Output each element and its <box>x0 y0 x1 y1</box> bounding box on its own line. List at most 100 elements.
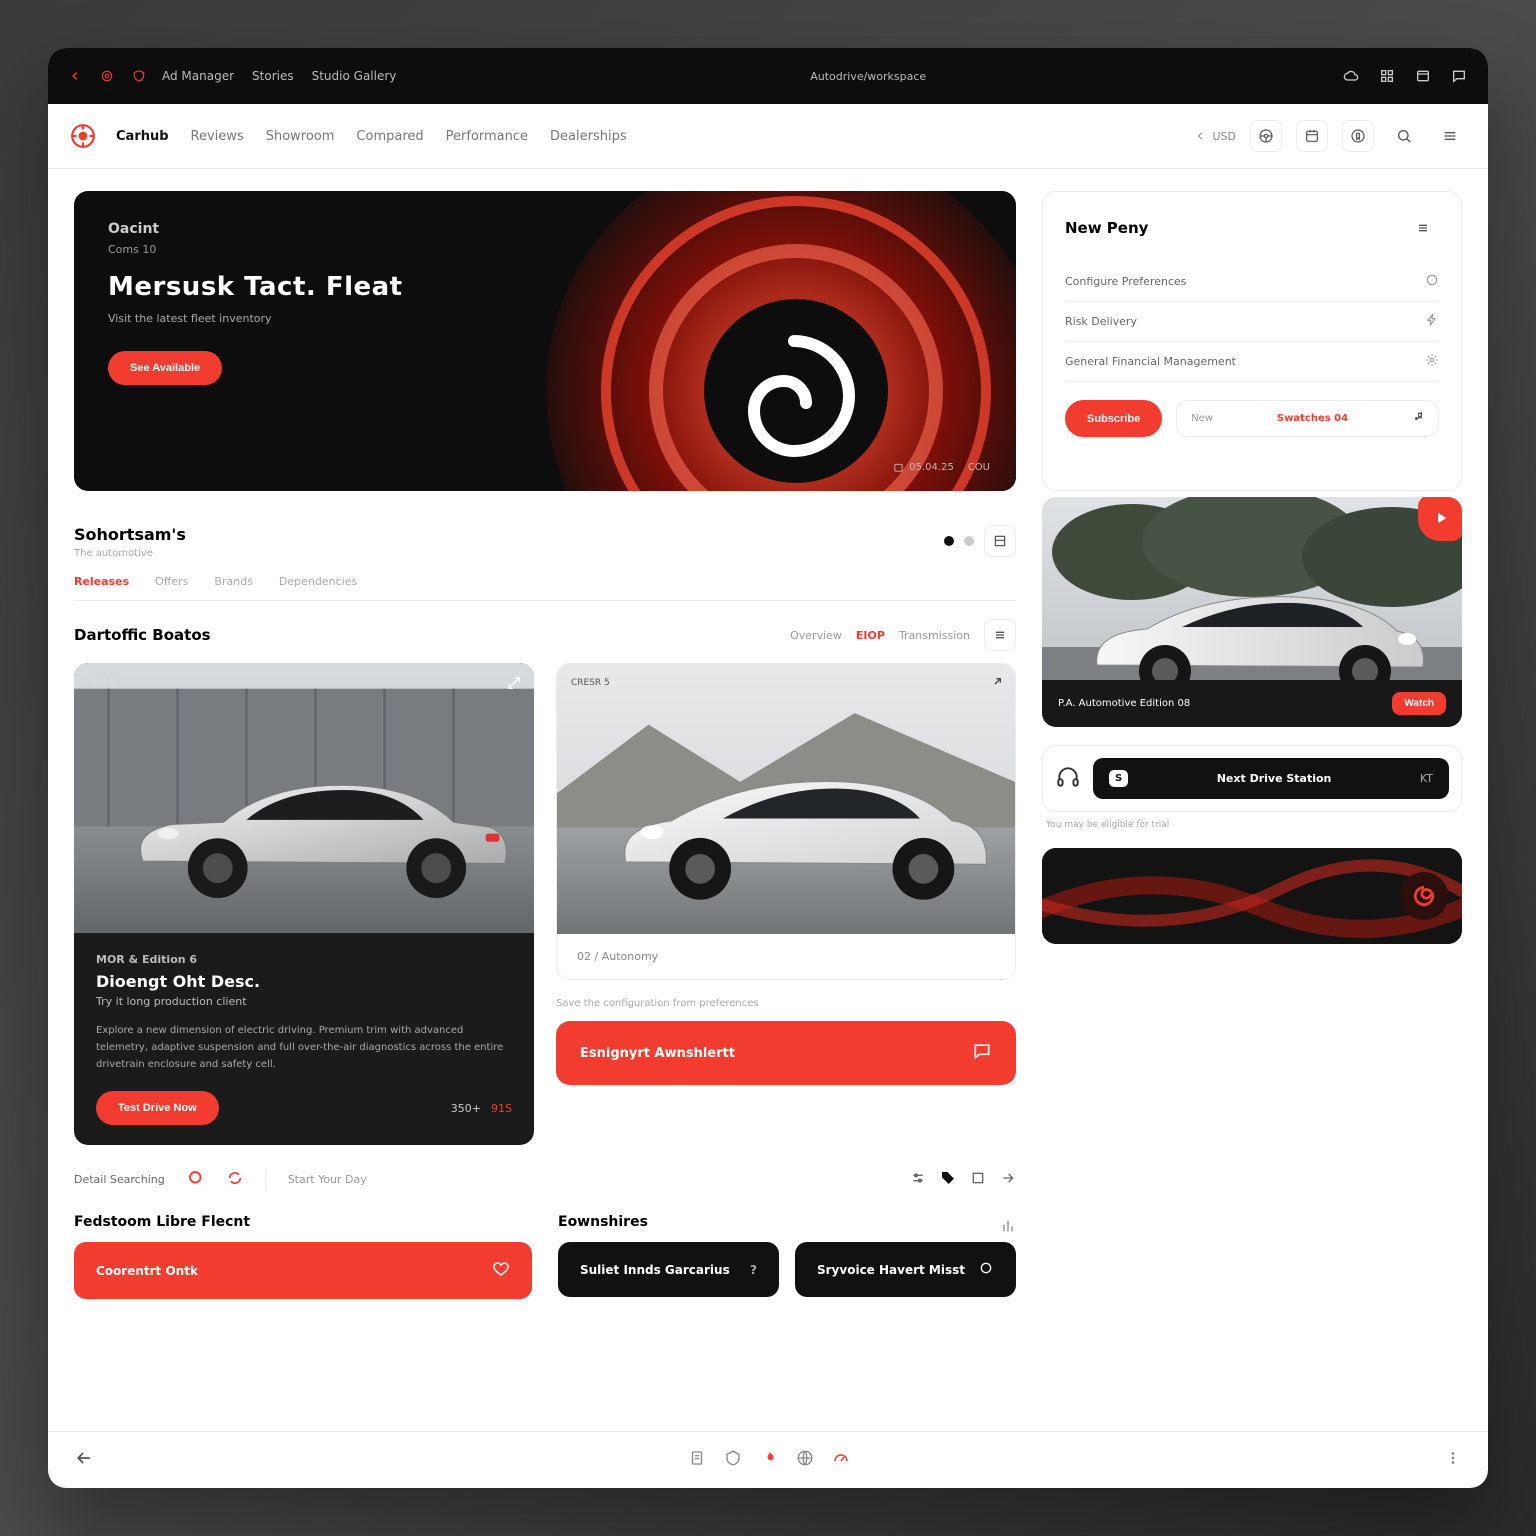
side-panel-title: New Peny <box>1065 219 1148 237</box>
car-illustration <box>557 664 1015 934</box>
side-item[interactable]: Risk Delivery <box>1065 302 1439 342</box>
topbar-tab[interactable]: Studio Gallery <box>312 69 397 83</box>
search-ring-icon[interactable] <box>187 1169 205 1190</box>
section-title: Sohortsam's <box>74 525 186 544</box>
topbar-tabs: Ad Manager Stories Studio Gallery <box>162 69 396 83</box>
topbar-tab[interactable]: Stories <box>252 69 294 83</box>
equalizer-icon[interactable] <box>1000 1218 1016 1238</box>
chat-bubble-icon <box>972 1041 992 1065</box>
topbar-tab[interactable]: Ad Manager <box>162 69 234 83</box>
question-icon: ? <box>750 1263 757 1277</box>
hero-cta-button[interactable]: See Available <box>108 351 222 385</box>
currency-selector[interactable]: USD <box>1194 130 1236 143</box>
shield-icon[interactable] <box>130 67 148 85</box>
chat-icon[interactable] <box>1448 65 1470 87</box>
search-icon[interactable] <box>1388 120 1420 152</box>
section-tools <box>944 525 1016 557</box>
nav-tab[interactable]: Dealerships <box>550 129 627 144</box>
headphones-icon <box>1055 764 1081 794</box>
search-strip: Detail Searching Start Your Day <box>74 1169 1016 1190</box>
side-menu-icon[interactable] <box>1407 212 1439 244</box>
nav-tab-home[interactable]: Carhub <box>116 129 169 144</box>
spiral-badge-icon <box>1400 872 1448 920</box>
inbox-icon[interactable] <box>1412 65 1434 87</box>
arrow-icon[interactable] <box>1000 1170 1016 1189</box>
filter-item[interactable]: Transmission <box>899 629 970 642</box>
card-badge: SRG 6 <box>88 677 116 687</box>
filter-item-active[interactable]: EIOP <box>856 629 885 642</box>
main-navbar: Carhub Reviews Showroom Compared Perform… <box>48 104 1488 169</box>
expand-icon[interactable] <box>506 675 522 695</box>
hero-banner: Oacint Coms 10 Mersusk Tact. Fleat Visit… <box>74 191 1016 491</box>
nav-tab[interactable]: Reviews <box>191 129 244 144</box>
nav-tab[interactable]: Performance <box>446 129 528 144</box>
nav-tabs: Carhub Reviews Showroom Compared Perform… <box>116 129 627 144</box>
flame-icon[interactable] <box>760 1449 778 1471</box>
layout-icon[interactable] <box>984 525 1016 557</box>
nav-tab[interactable]: Compared <box>356 129 423 144</box>
card-badge: CRESR 5 <box>571 678 610 688</box>
play-button[interactable] <box>1418 497 1462 541</box>
row-title: Dartoffic Boatos <box>74 626 211 644</box>
card-subtitle: Try it long production client <box>96 995 512 1008</box>
card-kicker: MOR & Edition 6 <box>96 953 512 966</box>
calendar-icon[interactable] <box>1296 120 1328 152</box>
hero-code: COU <box>968 462 990 473</box>
side-item[interactable]: Configure Preferences <box>1065 262 1439 302</box>
subscribe-button[interactable]: Subscribe <box>1065 400 1162 437</box>
watch-button[interactable]: Watch <box>1392 692 1446 715</box>
color-dot-black[interactable] <box>944 536 954 546</box>
subnav-item[interactable]: Offers <box>155 575 188 588</box>
vehicle-card[interactable]: CRESR 5 02 / Autonomy <box>556 663 1016 980</box>
sliders-icon[interactable] <box>910 1170 926 1189</box>
badge-icon[interactable] <box>724 1449 742 1471</box>
heart-outline-icon <box>492 1260 510 1281</box>
bottom-button-a[interactable]: Suliet Innds Garcarius ? <box>558 1242 779 1297</box>
expand-icon[interactable] <box>987 676 1003 696</box>
drive-station-button[interactable]: S Next Drive Station KT <box>1093 758 1449 799</box>
row-filters: Overview EIOP Transmission <box>790 619 1016 651</box>
color-dot-grey[interactable] <box>964 536 974 546</box>
gauge-icon[interactable] <box>832 1449 850 1471</box>
globe-icon[interactable] <box>796 1449 814 1471</box>
back-icon[interactable] <box>66 67 84 85</box>
square-icon[interactable] <box>970 1170 986 1189</box>
more-icon[interactable] <box>1444 1449 1462 1471</box>
sub-nav: Releases Offers Brands Dependencies <box>74 565 1016 601</box>
card-price: 350+91S <box>451 1102 512 1115</box>
vehicle-card-featured[interactable]: SRG 6 MOR & Edition 6 Dioengt Oht Desc. … <box>74 663 534 1145</box>
filter-item[interactable]: Overview <box>790 629 842 642</box>
test-drive-button[interactable]: Test Drive Now <box>96 1091 219 1125</box>
side-chip[interactable]: New Swatches 04 <box>1176 400 1439 437</box>
topbar-path: Autodrive/workspace <box>810 70 926 83</box>
tag-icon[interactable] <box>940 1170 956 1189</box>
brand-logo-icon[interactable] <box>70 123 96 149</box>
announcement-bar[interactable]: Esnignyrt Awnshlertt <box>556 1021 1016 1085</box>
swirl-graphic <box>1042 848 1462 944</box>
doc-icon[interactable] <box>688 1449 706 1471</box>
music-icon <box>1412 411 1424 426</box>
bolt-icon <box>1425 313 1439 330</box>
filter-menu-icon[interactable] <box>984 619 1016 651</box>
bottom-left-button[interactable]: Coorentrt Ontk <box>74 1242 532 1299</box>
bottom-button-b[interactable]: Sryvoice Havert Misst <box>795 1242 1016 1297</box>
buy-row: S Next Drive Station KT <box>1042 745 1462 812</box>
video-card[interactable]: P.A. Automotive Edition 08 Watch <box>1042 497 1462 727</box>
search-label: Detail Searching <box>74 1173 165 1186</box>
grid-icon[interactable] <box>1376 65 1398 87</box>
cloud-icon[interactable] <box>1340 65 1362 87</box>
steering-icon[interactable] <box>1250 120 1282 152</box>
side-item[interactable]: General Financial Management <box>1065 342 1439 382</box>
subnav-item[interactable]: Dependencies <box>279 575 357 588</box>
nav-tab[interactable]: Showroom <box>266 129 335 144</box>
promo-dark-card[interactable] <box>1042 848 1462 944</box>
bookmark-icon[interactable] <box>1342 120 1374 152</box>
menu-icon[interactable] <box>1434 120 1466 152</box>
search-hint[interactable]: Start Your Day <box>288 1173 367 1186</box>
subnav-item[interactable]: Brands <box>214 575 253 588</box>
target-icon[interactable] <box>98 67 116 85</box>
refresh-icon[interactable] <box>227 1170 243 1189</box>
subnav-item-active[interactable]: Releases <box>74 575 129 588</box>
back-arrow-icon[interactable] <box>74 1448 94 1472</box>
helper-note: Save the configuration from preferences <box>556 998 1016 1009</box>
